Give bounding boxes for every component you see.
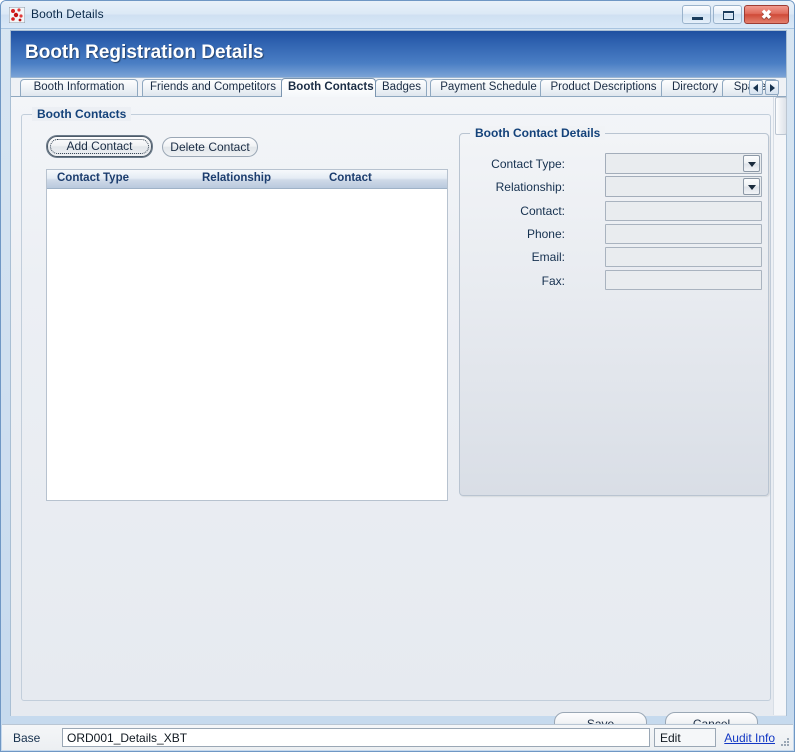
add-contact-button-label: Add Contact xyxy=(66,139,133,153)
add-contact-button[interactable]: Add Contact xyxy=(47,136,152,157)
status-mode-cell[interactable]: Edit xyxy=(654,728,716,747)
phone-field[interactable] xyxy=(605,224,762,244)
close-button[interactable]: ✖ xyxy=(744,5,789,24)
phone-label: Phone: xyxy=(526,227,565,241)
status-base-label: Base xyxy=(13,731,41,745)
page-title: Booth Registration Details xyxy=(25,42,264,63)
tab-badges[interactable]: Badges xyxy=(375,79,427,96)
maximize-button[interactable] xyxy=(713,5,742,24)
relationship-label: Relationship: xyxy=(495,180,565,194)
email-field[interactable] xyxy=(605,247,762,267)
contacts-grid[interactable]: Contact Type Relationship Contact xyxy=(46,169,448,501)
fax-label: Fax: xyxy=(541,274,565,288)
minimize-button[interactable] xyxy=(682,5,711,24)
contacts-grid-header: Contact Type Relationship Contact xyxy=(47,170,447,189)
window-title: Booth Details xyxy=(31,7,104,21)
minimize-icon xyxy=(692,17,703,20)
tab-booth-information[interactable]: Booth Information xyxy=(20,79,138,96)
tab-directory[interactable]: Directory xyxy=(661,79,729,96)
tab-strip: Booth Information Friends and Competitor… xyxy=(11,78,786,97)
resize-grip[interactable] xyxy=(779,736,790,747)
title-bar: Booth Details ✖ xyxy=(1,1,794,29)
audit-info-link[interactable]: Audit Info xyxy=(724,731,775,745)
delete-contact-button[interactable]: Delete Contact xyxy=(162,137,258,157)
status-bar: Base ORD001_Details_XBT Edit Audit Info xyxy=(2,724,793,750)
chevron-right-icon xyxy=(770,83,775,92)
contacts-grid-body[interactable] xyxy=(47,189,447,500)
status-base-field[interactable]: ORD001_Details_XBT xyxy=(62,728,650,747)
window-controls: ✖ xyxy=(682,5,789,24)
tab-booth-contacts[interactable]: Booth Contacts xyxy=(281,78,376,97)
chevron-down-icon[interactable] xyxy=(743,155,760,172)
tab-scroll-next-button[interactable] xyxy=(765,80,779,95)
tab-scroll-prev-button[interactable] xyxy=(749,80,763,95)
close-icon: ✖ xyxy=(761,7,772,22)
booth-contact-details-groupbox: Booth Contact Details Contact Type: Rela… xyxy=(459,126,769,496)
booth-contacts-groupbox: Booth Contacts Add Contact Delete Contac… xyxy=(21,107,771,701)
client-area: Booth Registration Details Booth Informa… xyxy=(10,30,787,736)
chevron-down-icon[interactable] xyxy=(743,178,760,195)
maximize-icon xyxy=(723,11,734,20)
delete-contact-button-label: Delete Contact xyxy=(170,140,250,154)
booth-contacts-group-title: Booth Contacts xyxy=(32,107,132,121)
fax-field[interactable] xyxy=(605,270,762,290)
column-header-contact-type[interactable]: Contact Type xyxy=(57,172,129,184)
relationship-combobox[interactable] xyxy=(605,176,762,197)
scrollbar-thumb[interactable] xyxy=(775,97,787,135)
contact-field[interactable] xyxy=(605,201,762,221)
contact-type-combobox[interactable] xyxy=(605,153,762,174)
chevron-left-icon xyxy=(753,83,758,92)
booth-contact-details-group-title: Booth Contact Details xyxy=(470,126,606,140)
column-header-contact[interactable]: Contact xyxy=(329,172,372,184)
tab-product-descriptions[interactable]: Product Descriptions xyxy=(540,79,667,96)
column-header-relationship[interactable]: Relationship xyxy=(202,172,271,184)
application-window: Booth Details ✖ Booth Registration Detai… xyxy=(0,0,795,752)
tab-panel-scrollbar[interactable] xyxy=(773,97,787,715)
app-dots-icon xyxy=(8,6,26,24)
contact-label: Contact: xyxy=(520,204,565,218)
tab-payment-schedule[interactable]: Payment Schedule xyxy=(430,79,547,96)
tab-panel-booth-contacts: Booth Contacts Add Contact Delete Contac… xyxy=(11,96,786,736)
page-header: Booth Registration Details xyxy=(11,31,786,78)
email-label: Email: xyxy=(531,250,565,264)
contact-type-label: Contact Type: xyxy=(491,157,565,171)
tab-friends-and-competitors[interactable]: Friends and Competitors xyxy=(142,79,284,96)
